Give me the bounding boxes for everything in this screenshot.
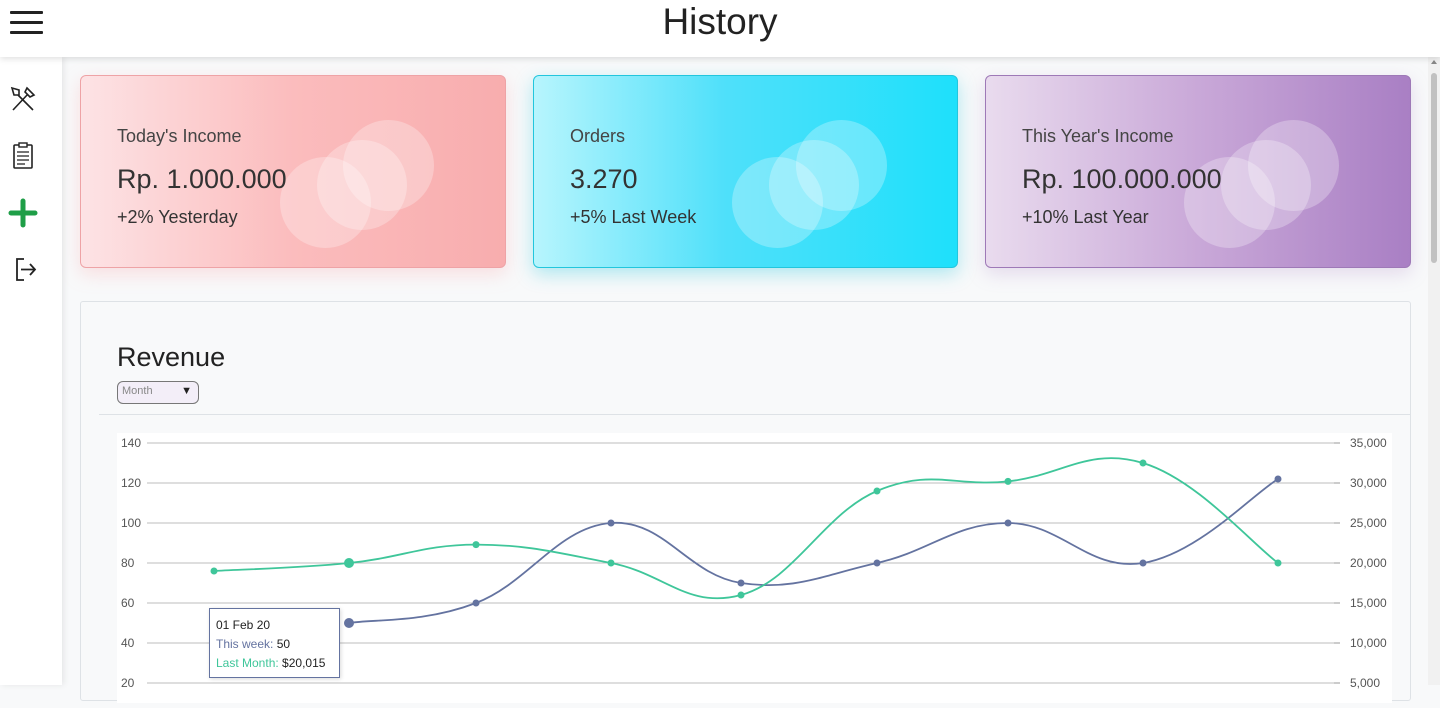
series-line-1 [348, 478, 1279, 624]
logout-icon[interactable] [8, 254, 38, 284]
series-1-point [1004, 519, 1012, 527]
scrollbar-thumb[interactable] [1431, 73, 1437, 263]
card-value: Rp. 100.000.000 [1022, 164, 1222, 194]
card-change: +5% Last Week [570, 207, 697, 227]
card-value: 3.270 [570, 164, 638, 194]
series-1-point [737, 579, 745, 587]
y-right-tick-label: 5,000 [1350, 676, 1380, 690]
page-title: History [662, 1, 778, 42]
page-scrollbar[interactable] [1428, 57, 1440, 685]
y-right-tick-label: 25,000 [1350, 516, 1387, 530]
y-left-tick-label: 140 [121, 436, 141, 450]
y-right-tick-label: 20,000 [1350, 556, 1387, 570]
series-1-point [873, 559, 881, 567]
tooltip-series-a-value: 50 [276, 637, 291, 651]
series-2-point [210, 567, 218, 575]
y-left-tick-label: 40 [121, 636, 135, 650]
decorative-bubble [732, 157, 823, 248]
period-select[interactable]: Month ▼ [117, 381, 199, 404]
series-2-point [607, 559, 615, 567]
chart-tooltip: 01 Feb 20 This week: 50 Last Month: $20,… [209, 608, 340, 678]
series-2-point [472, 541, 480, 549]
main-content: Today's Income Rp. 1.000.000 +2% Yesterd… [62, 57, 1428, 703]
income-year-card: This Year's Income Rp. 100.000.000 +10% … [985, 75, 1411, 268]
utensils-icon[interactable] [8, 84, 38, 114]
y-left-tick-label: 20 [121, 676, 135, 690]
top-bar: History [0, 0, 1440, 57]
income-today-card: Today's Income Rp. 1.000.000 +2% Yesterd… [80, 75, 506, 268]
card-change: +2% Yesterday [117, 207, 238, 227]
card-label: This Year's Income [1022, 126, 1174, 146]
tooltip-series-b-label: Last Month: [216, 656, 279, 670]
series-1-point [344, 618, 354, 628]
series-2-point [737, 591, 745, 599]
y-right-tick-label: 35,000 [1350, 436, 1387, 450]
series-1-point [1139, 559, 1147, 567]
series-1-point [1274, 475, 1282, 483]
revenue-title: Revenue [117, 342, 226, 372]
series-2-point [1004, 477, 1012, 485]
divider [99, 414, 1411, 415]
decorative-bubble [280, 157, 371, 248]
card-value: Rp. 1.000.000 [117, 164, 287, 194]
y-right-tick-label: 15,000 [1350, 596, 1387, 610]
tooltip-series-a-label: This week: [216, 637, 274, 651]
scroll-up-arrow-icon[interactable] [1431, 60, 1437, 64]
add-icon[interactable] [8, 198, 38, 228]
report-icon[interactable] [8, 141, 38, 171]
y-left-tick-label: 100 [121, 516, 141, 530]
series-2-point [873, 487, 881, 495]
series-2-point [344, 558, 354, 568]
tooltip-date: 01 Feb 20 [216, 618, 271, 632]
sidebar [0, 57, 62, 685]
card-label: Today's Income [117, 126, 242, 146]
series-1-point [472, 599, 480, 607]
y-right-tick-label: 10,000 [1350, 636, 1387, 650]
series-1-point [607, 519, 615, 527]
orders-card: Orders 3.270 +5% Last Week [533, 75, 958, 268]
chevron-down-icon: ▼ [181, 385, 192, 397]
y-left-tick-label: 80 [121, 556, 135, 570]
y-left-tick-label: 120 [121, 476, 141, 490]
series-2-point [1274, 559, 1282, 567]
card-label: Orders [570, 126, 626, 146]
series-line-2 [213, 457, 1279, 600]
period-select-value: Month [122, 385, 153, 397]
tooltip-series-b-value: $20,015 [282, 656, 326, 670]
y-left-tick-label: 60 [121, 596, 135, 610]
card-change: +10% Last Year [1022, 207, 1149, 227]
y-right-tick-label: 30,000 [1350, 476, 1387, 490]
series-2-point [1139, 459, 1147, 467]
